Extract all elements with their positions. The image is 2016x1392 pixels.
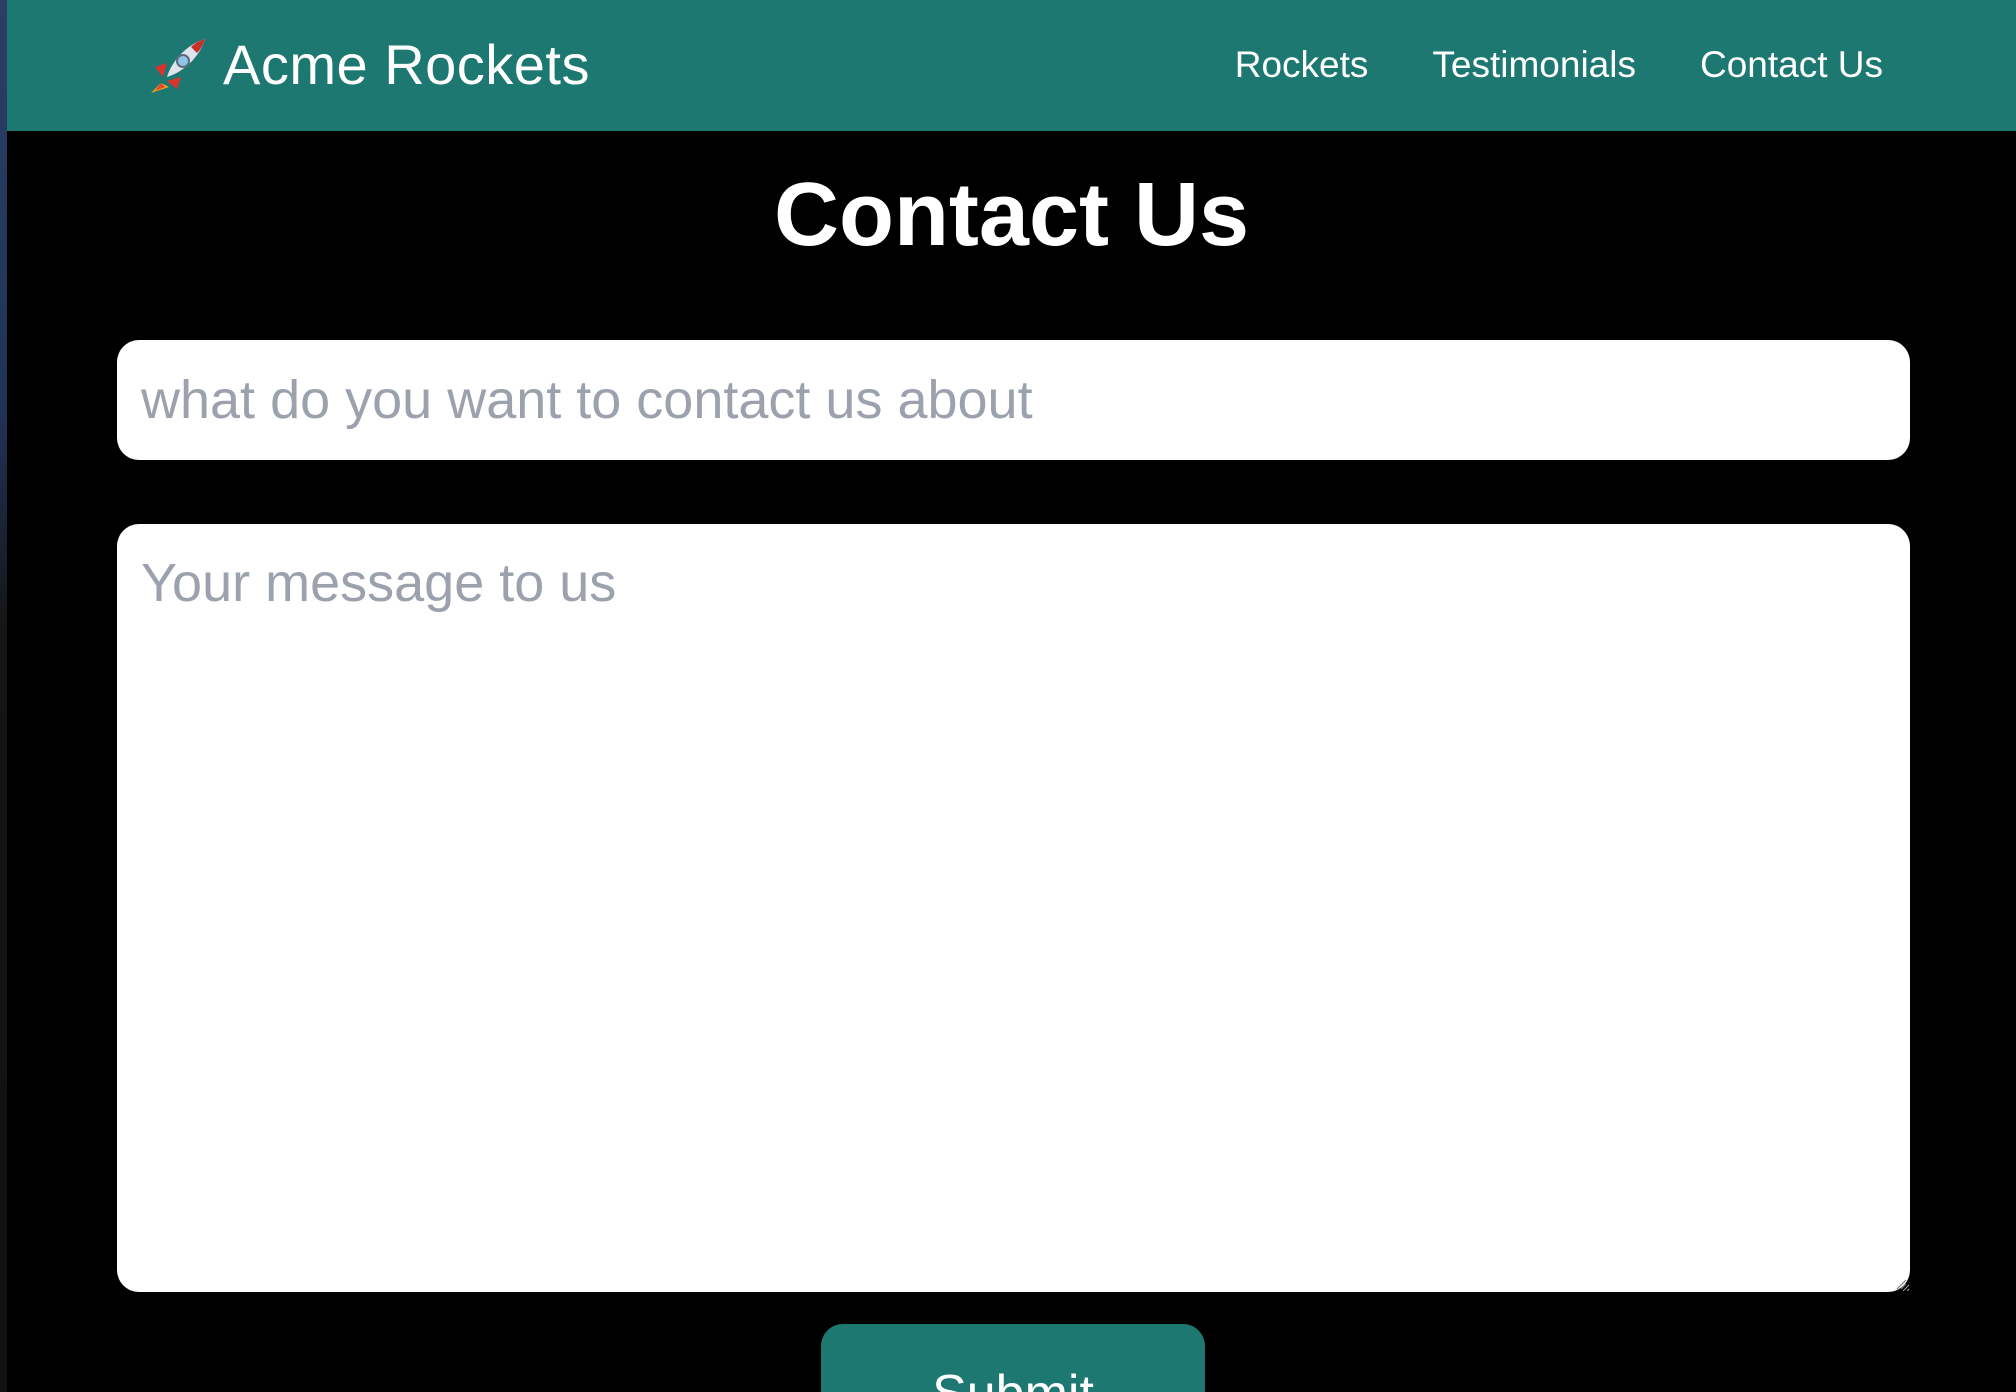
brand-home-link[interactable]: Acme Rockets [147, 30, 590, 100]
submit-button[interactable]: Submit [821, 1324, 1205, 1392]
page-title: Contact Us [773, 165, 1250, 265]
navbar: Acme Rockets Rockets Testimonials Contac… [7, 0, 2016, 131]
rocket-icon [147, 33, 211, 97]
page: Acme Rockets Rockets Testimonials Contac… [7, 0, 2016, 1392]
resize-handle-icon[interactable] [1895, 1277, 1907, 1290]
brand-name: Acme Rockets [223, 33, 590, 96]
main-nav: Rockets Testimonials Contact Us [1235, 38, 1883, 92]
subject-input[interactable] [117, 340, 1910, 460]
nav-link-rockets[interactable]: Rockets [1235, 38, 1369, 92]
message-textarea[interactable] [117, 524, 1910, 1292]
desktop-edge [0, 0, 7, 1392]
nav-link-testimonials[interactable]: Testimonials [1432, 38, 1636, 92]
nav-link-contact-us[interactable]: Contact Us [1700, 38, 1883, 92]
